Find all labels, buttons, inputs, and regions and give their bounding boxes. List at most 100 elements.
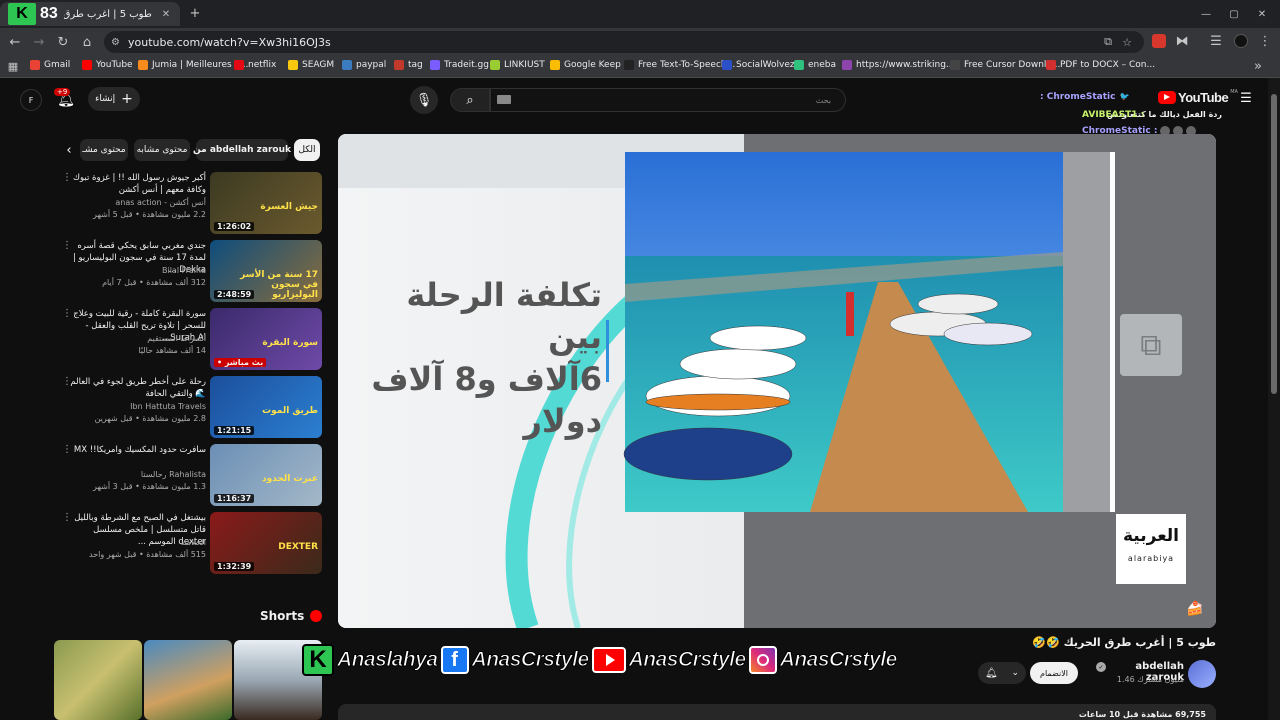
short-thumbnail[interactable]	[54, 640, 142, 720]
address-bar[interactable]: ⚙ youtube.com/watch?v=Xw3hi16OJ3s ⧉ ☆	[104, 31, 1144, 53]
recommendation-title[interactable]: سافرت حدود المكسيك وامريكا!! MX	[64, 444, 206, 456]
recommendation-channel[interactable]: anas action - أنس أكشن	[115, 198, 206, 207]
search-input[interactable]: بحث	[490, 88, 846, 112]
bookmark-item[interactable]: paypal	[342, 60, 386, 70]
video-player[interactable]: تكلفة الرحلة بين 6آلاف و8 آلاف دولار ⧉ ا…	[338, 134, 1216, 628]
streamer-brand-overlay: K Anaslahya f AnasCrstyle AnasCrstyle An…	[302, 640, 902, 680]
extensions-puzzle-icon[interactable]: ⧓	[1174, 33, 1190, 49]
subscribed-bell-button[interactable]: 🔔︎ ⌄	[978, 662, 1026, 684]
recommendation-meta: 312 ألف مشاهدة • قبل 7 أيام	[102, 278, 206, 287]
hamburger-menu-icon[interactable]: ☰	[1238, 90, 1254, 106]
bookmark-item[interactable]: Free Text-To-Speech...	[624, 60, 735, 70]
home-icon[interactable]: ⌂	[78, 33, 96, 51]
bookmark-item[interactable]: https://www.striking...	[842, 60, 955, 70]
more-actions-icon[interactable]: ⋮	[62, 444, 72, 455]
short-thumbnail[interactable]	[144, 640, 232, 720]
youtube-logo[interactable]: YouTube MA	[1158, 88, 1238, 105]
keyboard-icon[interactable]	[497, 95, 511, 104]
bookmark-item[interactable]: LINKIUST	[490, 60, 545, 70]
tab-close-icon[interactable]: ✕	[162, 9, 170, 20]
recommendation-title[interactable]: أكبر جيوش رسول الله !! | غزوة تبوك وكافة…	[64, 172, 206, 196]
description-box[interactable]: 69,755 مشاهدة قبل 10 ساعات	[338, 704, 1216, 720]
recommendation-channel[interactable]: Bilal Fraiha	[162, 266, 206, 275]
recommendation-channel[interactable]: Ibn Hattuta Travels	[130, 402, 206, 411]
reload-icon[interactable]: ↻	[54, 33, 72, 51]
recommendation-channel[interactable]: الخلاصة	[180, 538, 206, 547]
more-actions-icon[interactable]: ⋮	[62, 512, 72, 523]
bookmark-item[interactable]: Jumia | Meilleures o...	[138, 60, 248, 70]
bookmark-item[interactable]: SocialWolvez	[722, 60, 795, 70]
recommendation-item[interactable]: DEXTER 1:32:39 بيشتغل في الصبح مع الشرطة و…	[62, 512, 324, 574]
brand-name-kick: Anaslahya	[337, 648, 439, 672]
chip-all[interactable]: الكل	[294, 139, 320, 161]
recommendation-item[interactable]: طريق الموت 1:21:15 رحلة على أخطر طريق لجوء…	[62, 376, 324, 438]
bookmark-favicon-icon	[950, 60, 960, 70]
page-scrollbar[interactable]	[1268, 78, 1280, 720]
bookmark-favicon-icon	[394, 60, 404, 70]
bookmark-favicon-icon	[1046, 60, 1056, 70]
recommendation-thumbnail[interactable]: 17 سنة من الأسر في سجون البوليزاريو 2:48:…	[210, 240, 322, 302]
recommendation-thumbnail[interactable]: سورة البقرة • بث مباشر	[210, 308, 322, 370]
youtube-logo-region: MA	[1230, 88, 1238, 95]
new-tab-button[interactable]: +	[186, 4, 204, 22]
channel-avatar[interactable]	[1188, 660, 1216, 688]
account-avatar[interactable]: F	[20, 89, 42, 111]
search-button[interactable]: ⌕	[450, 88, 490, 112]
window-close-button[interactable]: ✕	[1252, 4, 1272, 24]
recommendation-meta: 2.2 مليون مشاهدة • قبل 5 أشهر	[93, 210, 206, 219]
install-icon[interactable]: ⧉	[1104, 35, 1112, 49]
browser-tab-active[interactable]: K 83 طوب 5 | أغرب طرق الـ (25) ✕	[0, 2, 180, 26]
recommendation-item[interactable]: جيش العسرة 1:26:02 أكبر جيوش رسول الله !! …	[62, 172, 324, 234]
bookmark-label: SocialWolvez	[736, 60, 795, 70]
chip-more[interactable]: محتوى مشـ	[80, 139, 128, 161]
bookmark-item[interactable]: Google Keep	[550, 60, 621, 70]
tab-search-icon[interactable]: ☰	[1208, 33, 1224, 49]
bookmark-favicon-icon	[550, 60, 560, 70]
chip-from-channel[interactable]: من abdellah zarouk	[193, 139, 291, 161]
bookmark-item[interactable]: Gmail	[30, 60, 70, 70]
recommendation-item[interactable]: عبرت الحدود 1:16:37 سافرت حدود المكسيك وام…	[62, 444, 324, 506]
recommendation-thumbnail[interactable]: DEXTER 1:32:39	[210, 512, 322, 574]
create-button[interactable]: إنشاء +	[88, 87, 140, 111]
bookmark-favicon-icon	[138, 60, 148, 70]
chip-related[interactable]: محتوى مشابه	[134, 139, 190, 161]
recommendation-channel[interactable]: الصراط المستقيم	[147, 334, 206, 343]
voice-search-mic-icon[interactable]: 🎙︎	[410, 86, 438, 114]
back-arrow-icon[interactable]: ←	[6, 33, 24, 51]
recommendation-item[interactable]: سورة البقرة • بث مباشر سورة البقرة كاملة -…	[62, 308, 324, 370]
recommendation-thumbnail[interactable]: طريق الموت 1:21:15	[210, 376, 322, 438]
bookmark-item[interactable]: Free Cursor Downlo...	[950, 60, 1060, 70]
bookmark-item[interactable]: Tradeit.gg	[430, 60, 489, 70]
bookmarks-more[interactable]: »	[1250, 58, 1266, 74]
bookmark-item[interactable]: netflix	[234, 60, 276, 70]
recommendation-thumbnail[interactable]: جيش العسرة 1:26:02	[210, 172, 322, 234]
forward-arrow-icon[interactable]: →	[30, 33, 48, 51]
recommendation-channel[interactable]: رحالستا Rahalista	[141, 470, 206, 479]
video-overlay-text: تكلفة الرحلة بين 6آلاف و8 آلاف دولار	[358, 274, 602, 442]
bookmark-item[interactable]: PDF to DOCX – Con...	[1046, 60, 1155, 70]
bookmark-star-icon[interactable]: ☆	[1122, 36, 1132, 49]
recommendation-meta: 2.8 مليون مشاهدة • قبل شهرين	[94, 414, 206, 423]
bookmark-item[interactable]: tag	[394, 60, 423, 70]
bookmark-label: YouTube	[96, 60, 133, 70]
recommendation-item[interactable]: 17 سنة من الأسر في سجون البوليزاريو 2:48:…	[62, 240, 324, 302]
more-actions-icon[interactable]: ⋮	[62, 308, 72, 319]
chip-scroll-left-icon[interactable]: ‹	[62, 142, 76, 158]
minimize-button[interactable]: —	[1196, 4, 1216, 24]
bookmark-item[interactable]: SEAGM	[288, 60, 334, 70]
extension-red-icon[interactable]	[1152, 34, 1166, 48]
more-actions-icon[interactable]: ⋮	[62, 240, 72, 251]
more-actions-icon[interactable]: ⋮	[62, 376, 72, 387]
bookmark-item[interactable]: YouTube	[82, 60, 133, 70]
profile-avatar[interactable]	[1234, 34, 1248, 48]
more-actions-icon[interactable]: ⋮	[62, 172, 72, 183]
recommendation-title[interactable]: رحلة على أخطر طريق لجوء في العالم 🌊 والت…	[64, 376, 206, 400]
chrome-menu-icon[interactable]: ⋮	[1258, 33, 1272, 49]
site-info-icon[interactable]: ⚙	[111, 37, 120, 48]
recommendation-thumbnail[interactable]: عبرت الحدود 1:16:37	[210, 444, 322, 506]
join-button[interactable]: الانضمام	[1030, 662, 1078, 684]
bookmark-item[interactable]: eneba	[794, 60, 836, 70]
maximize-button[interactable]: ▢	[1224, 4, 1244, 24]
scrollbar-thumb[interactable]	[1271, 94, 1277, 394]
apps-grid-icon[interactable]: ▦	[6, 59, 20, 73]
